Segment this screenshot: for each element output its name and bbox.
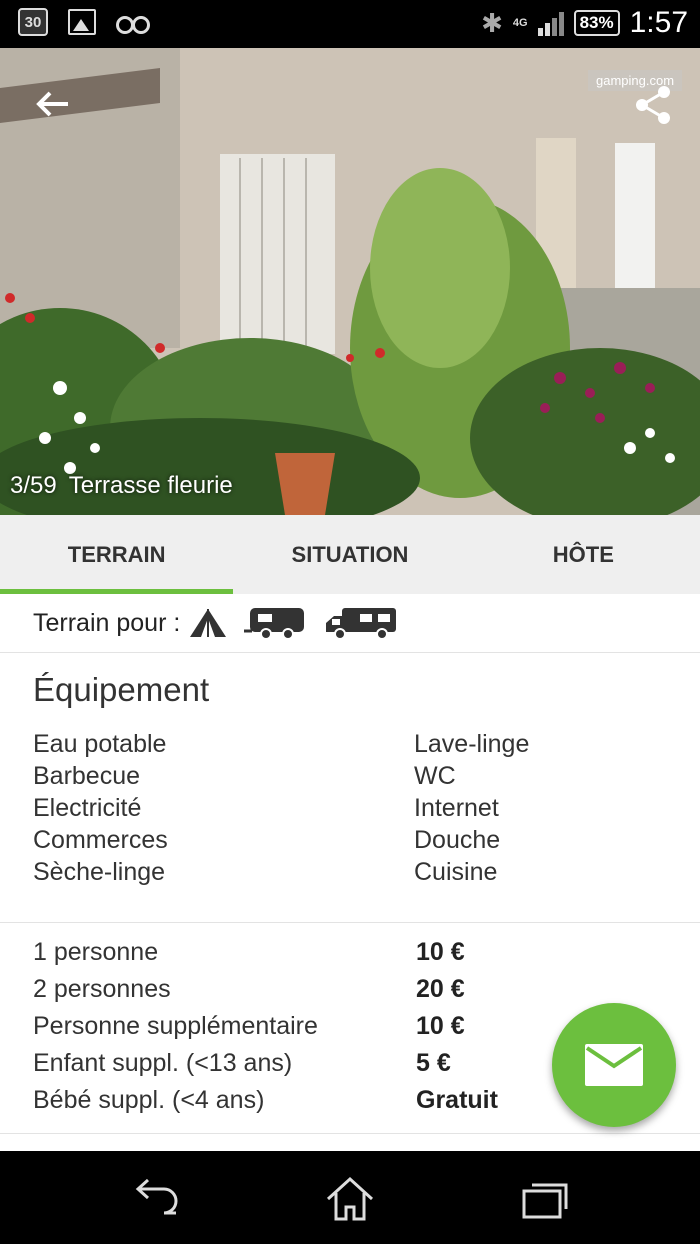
price-value: 20 € (416, 975, 465, 1003)
glasses-icon (116, 12, 150, 34)
caravan-icon (244, 608, 305, 640)
equipment-section: Équipement Eau potable Barbecue Electric… (0, 653, 700, 923)
equipment-title: Équipement (33, 671, 210, 708)
navigation-bar (0, 1151, 700, 1244)
price-value: Gratuit (416, 1086, 498, 1114)
garden-photo (0, 48, 700, 515)
photo-caption: 3/59 Terrasse fleurie (10, 472, 233, 500)
back-arrow-icon[interactable] (32, 84, 78, 124)
equipment-item: Cuisine (414, 858, 498, 886)
price-label: Personne supplémentaire (33, 1012, 318, 1040)
price-row: 2 personnes 20 € (33, 975, 673, 1012)
equipment-item: Commerces (33, 826, 168, 854)
calendar-icon: 30 (18, 8, 48, 36)
equipment-item: Lave-linge (414, 730, 530, 758)
price-label: Bébé suppl. (<4 ans) (33, 1086, 265, 1114)
price-value: 10 € (416, 938, 465, 966)
recents-icon[interactable] (514, 1175, 574, 1223)
tab-bar: TERRAIN SITUATION HÔTE (0, 515, 700, 594)
equipment-list-right: Lave-linge WC Internet Douche Cuisine (414, 728, 529, 888)
signal-icon (537, 10, 564, 36)
gallery-icon (68, 9, 96, 35)
mail-icon (585, 1044, 643, 1086)
camper-van-icon (326, 608, 397, 640)
equipment-item: WC (414, 762, 456, 790)
price-value: 5 € (416, 1049, 451, 1077)
tab-terrain[interactable]: TERRAIN (0, 515, 234, 594)
bluetooth-icon: ✱ (481, 7, 503, 38)
photo-title: Terrasse fleurie (68, 472, 233, 499)
price-label: Enfant suppl. (<13 ans) (33, 1049, 293, 1077)
tent-icon (190, 609, 227, 637)
equipment-item: Electricité (33, 794, 142, 822)
equipment-item: Sèche-linge (33, 858, 166, 886)
back-icon[interactable] (126, 1175, 186, 1223)
clock: 1:57 (629, 6, 688, 39)
home-icon[interactable] (320, 1175, 380, 1223)
network-type: 4G (512, 16, 528, 29)
terrain-label: Terrain pour : (33, 608, 181, 637)
photo-index: 3/59 (10, 472, 57, 499)
equipment-item: Barbecue (33, 762, 141, 790)
price-row: 1 personne 10 € (33, 938, 673, 975)
tab-hote[interactable]: HÔTE (467, 515, 700, 594)
equipment-item: Eau potable (33, 730, 167, 758)
equipment-item: Douche (414, 826, 501, 854)
battery-icon: 83% (573, 10, 620, 36)
share-icon[interactable] (628, 80, 678, 130)
price-label: 2 personnes (33, 975, 171, 1003)
price-value: 10 € (416, 1012, 465, 1040)
photo-gallery[interactable]: gamping.com 3/59 Terrasse fleurie (0, 48, 700, 515)
equipment-list-left: Eau potable Barbecue Electricité Commerc… (33, 728, 168, 888)
tab-situation[interactable]: SITUATION (233, 515, 466, 594)
status-bar: 30 ✱ 4G 83% 1:57 (0, 0, 700, 48)
terrain-types: Terrain pour : (0, 594, 700, 653)
equipment-item: Internet (414, 794, 499, 822)
contact-button[interactable] (552, 1003, 676, 1127)
price-label: 1 personne (33, 938, 159, 966)
